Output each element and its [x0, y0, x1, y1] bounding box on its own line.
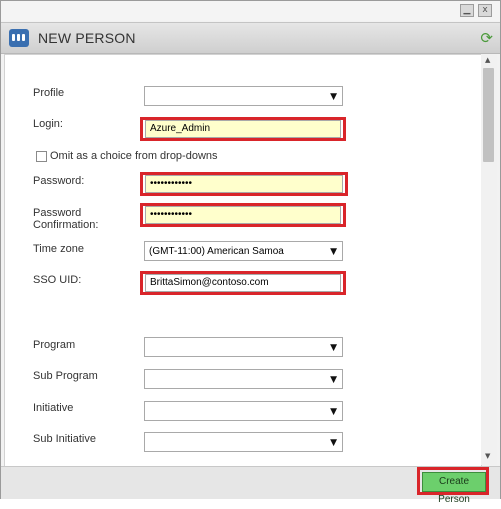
- login-input[interactable]: Azure_Admin: [145, 120, 341, 138]
- omit-checkbox-label: Omit as a choice from drop-downs: [50, 150, 218, 162]
- people-app-icon: [9, 29, 29, 47]
- sso-uid-label: SSO UID:: [33, 274, 82, 286]
- chevron-down-icon: ▼: [330, 407, 337, 417]
- chevron-down-icon: ▼: [330, 343, 337, 353]
- timezone-label: Time zone: [33, 243, 84, 255]
- create-person-button[interactable]: Create Person: [422, 472, 486, 505]
- password-input[interactable]: ••••••••••••: [145, 175, 343, 193]
- minimize-icon[interactable]: ▁: [460, 4, 474, 17]
- sub-initiative-label: Sub Initiative: [33, 433, 96, 445]
- window-top-bar: ▁ x: [1, 1, 500, 21]
- profile-select[interactable]: ▼: [144, 86, 343, 106]
- initiative-select[interactable]: ▼: [144, 401, 343, 421]
- vertical-scrollbar[interactable]: ▲ ▼: [481, 54, 497, 465]
- initiative-label: Initiative: [33, 402, 74, 414]
- sub-program-label: Sub Program: [33, 370, 98, 382]
- password-confirmation-label-line2: Confirmation:: [33, 219, 99, 231]
- refresh-icon[interactable]: ⟳: [480, 29, 493, 47]
- chevron-down-icon: ▼: [330, 247, 337, 257]
- omit-checkbox[interactable]: [36, 151, 47, 162]
- title-bar: NEW PERSON ⟳: [1, 22, 500, 54]
- sub-initiative-select[interactable]: ▼: [144, 432, 343, 452]
- scrollbar-thumb[interactable]: [483, 68, 494, 162]
- chevron-down-icon: ▼: [330, 375, 337, 385]
- login-label: Login:: [33, 118, 63, 130]
- profile-label: Profile: [33, 87, 65, 99]
- window-title: NEW PERSON: [38, 30, 136, 46]
- sso-uid-input[interactable]: BrittaSimon@contoso.com: [145, 274, 341, 292]
- chevron-down-icon: ▼: [330, 438, 337, 448]
- close-icon[interactable]: x: [478, 4, 492, 17]
- scroll-down-icon[interactable]: ▼: [485, 452, 490, 460]
- program-select[interactable]: ▼: [144, 337, 343, 357]
- password-confirmation-input[interactable]: ••••••••••••: [145, 206, 341, 224]
- scroll-up-icon[interactable]: ▲: [485, 56, 490, 64]
- timezone-select[interactable]: (GMT-11:00) American Samoa ▼: [144, 241, 343, 261]
- form-panel: Profile ▼ Login: Azure_Admin Omit as a c…: [4, 54, 482, 467]
- chevron-down-icon: ▼: [330, 92, 337, 102]
- password-label: Password:: [33, 175, 85, 187]
- new-person-window: ▁ x NEW PERSON ⟳ Profile ▼ Login: Azure_…: [0, 0, 501, 505]
- sub-program-select[interactable]: ▼: [144, 369, 343, 389]
- program-label: Program: [33, 339, 76, 351]
